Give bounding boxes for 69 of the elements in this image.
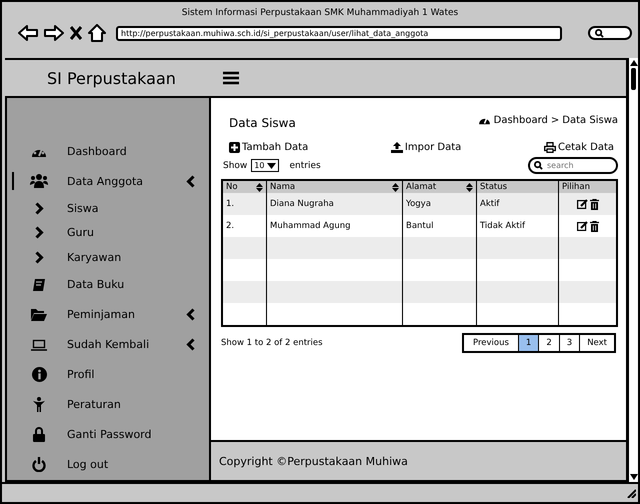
back-icon[interactable] [18,24,38,42]
chevron-right-icon [34,250,44,264]
entries-label: entries [289,160,321,170]
copyright-text: Copyright ©Perpustakaan Muhiwa [219,454,408,468]
page-button[interactable]: 1 [518,335,538,351]
folder-icon [31,308,47,321]
scrollbar[interactable] [628,58,638,482]
power-icon [32,457,46,472]
laptop-icon [31,338,47,350]
sort-icon [256,182,263,192]
sidebar-item[interactable]: Profil [7,360,209,390]
chevron-left-icon [186,338,195,351]
sidebar-item[interactable]: Peminjaman [7,300,209,330]
trash-icon[interactable] [590,198,598,210]
address-field[interactable]: http://perpustakaan.muhiwa.sch.id/si_perpustakaan/user/lihat_data_anggota [116,26,562,40]
chevron-right-icon [34,226,44,240]
breadcrumb-link[interactable]: Dashboard [494,114,548,126]
plus-icon [229,142,240,153]
breadcrumb-current: Data Siswa [562,114,618,126]
action-link[interactable]: Cetak Data [544,142,614,153]
edit-icon[interactable] [576,221,588,231]
action-link[interactable]: Impor Data [390,142,462,153]
sort-icon [466,182,473,192]
person-icon [33,397,45,412]
window-title: Sistem Informasi Perpustakaan SMK Muhammadiyah 1 Wates [180,7,460,18]
sidebar-item[interactable]: Log out [7,450,209,480]
printer-icon [544,142,556,153]
search-field[interactable]: search [528,157,618,174]
sidebar-item[interactable]: Dashboard [7,136,209,166]
upload-icon [390,142,403,153]
resize-grip-icon[interactable] [626,488,636,498]
column-header[interactable]: No [223,181,266,193]
page-title: Data Siswa [229,116,296,130]
table-info: Show 1 to 2 of 2 entries [221,338,323,348]
users-icon [30,174,48,188]
chevron-left-icon [186,174,195,188]
lock-icon [33,427,45,442]
brand-title: SI Perpustakaan [47,68,177,88]
show-label: Show [223,160,248,170]
table-cell-text: 2. [225,220,236,233]
scroll-thumb[interactable] [631,68,636,90]
forward-icon[interactable] [44,24,64,42]
sidebar-item[interactable]: Sudah Kembali [7,330,209,360]
scroll-up-icon[interactable] [630,60,638,66]
action-link[interactable]: Tambah Data [229,142,308,153]
table-cell-text: 1. [225,198,236,211]
breadcrumb-separator: > [550,114,560,126]
home-icon[interactable] [88,24,106,42]
edit-icon[interactable] [576,199,588,209]
book-icon [32,278,46,292]
sidebar-subitem[interactable]: Karyawan [7,245,209,270]
chevron-left-icon [186,308,195,321]
chevron-right-icon [34,202,44,215]
trash-icon[interactable] [590,220,598,232]
sidebar-item[interactable]: Data Buku [7,270,209,300]
sidebar-item[interactable]: Peraturan [7,390,209,420]
close-icon[interactable] [70,26,82,40]
sidebar-item[interactable]: Ganti Password [7,420,209,450]
sidebar-item[interactable]: Data Anggota [7,166,209,196]
search-icon [595,28,604,38]
caret-icon [267,162,276,168]
sort-icon [392,182,399,192]
sidebar-subitem[interactable]: Guru [7,220,209,245]
search-field[interactable] [588,26,632,40]
entries-select[interactable]: 10 [251,159,280,172]
sidebar-subitem[interactable]: Siswa [7,196,209,220]
menu-icon[interactable] [223,71,239,85]
scroll-down-icon[interactable] [630,474,638,480]
info-icon [32,367,46,382]
